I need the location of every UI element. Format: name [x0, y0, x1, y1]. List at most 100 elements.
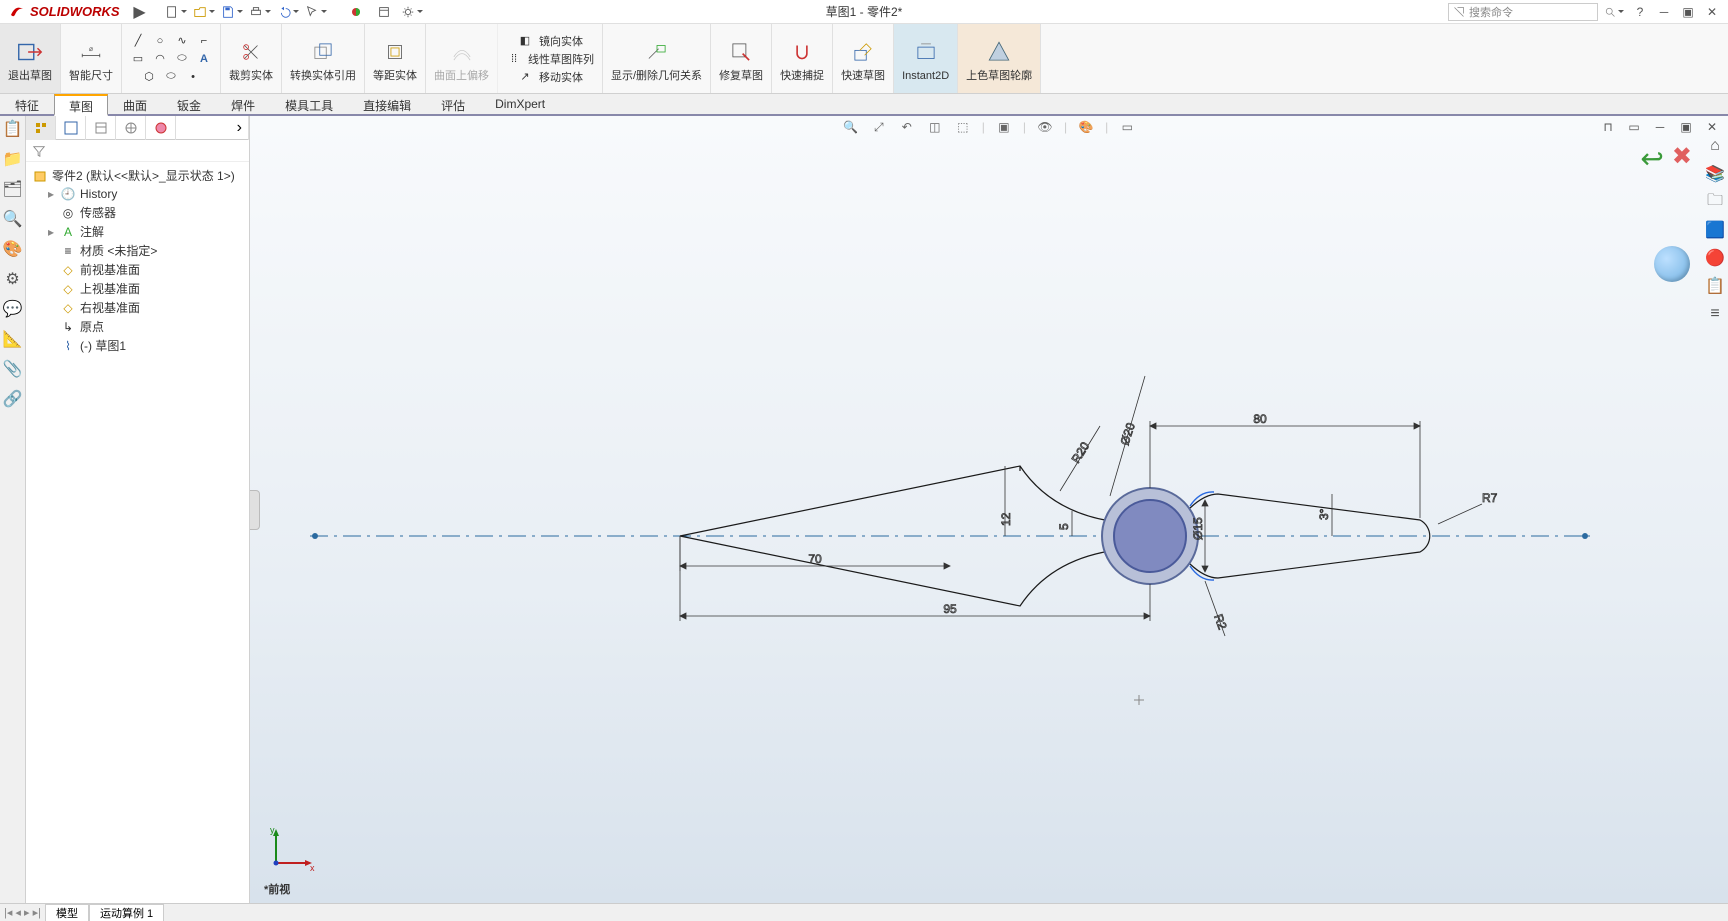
tree-filter[interactable]	[26, 140, 249, 162]
dim-12[interactable]: 12	[999, 512, 1013, 526]
dim-dia20[interactable]: Ø20	[1118, 421, 1138, 447]
dimxpert-panel-tab[interactable]	[116, 116, 146, 140]
undo-button[interactable]	[276, 2, 300, 22]
dim-5[interactable]: 5	[1057, 523, 1071, 530]
save-button[interactable]	[220, 2, 244, 22]
rect-tool[interactable]: ▭	[130, 51, 146, 67]
quick-snap-button[interactable]: 快速捕捉	[772, 24, 833, 93]
bottom-tab-motion[interactable]: 运动算例 1	[89, 904, 164, 921]
tab-sheetmetal[interactable]: 钣金	[162, 94, 216, 114]
command-manager-tabs: 特征 草图 曲面 钣金 焊件 模具工具 直接编辑 评估 DimXpert	[0, 94, 1728, 116]
polygon-tool[interactable]: ⬡	[141, 69, 157, 85]
rapid-sketch-button[interactable]: 快速草图	[833, 24, 894, 93]
close-button[interactable]: ✕	[1702, 3, 1722, 21]
curve-offset-button[interactable]: 曲面上偏移	[426, 24, 498, 93]
tab-features[interactable]: 特征	[0, 94, 54, 114]
convert-button[interactable]: 转换实体引用	[282, 24, 365, 93]
offset-button[interactable]: 等距实体	[365, 24, 426, 93]
search-dropdown[interactable]	[1602, 2, 1626, 22]
property-tab[interactable]	[56, 116, 86, 140]
open-file-button[interactable]	[192, 2, 216, 22]
dim-3deg[interactable]: 3°	[1317, 508, 1331, 520]
tab-surface[interactable]: 曲面	[108, 94, 162, 114]
settings-button[interactable]	[400, 2, 424, 22]
circle-tool[interactable]: ○	[152, 33, 168, 49]
smart-dimension-button[interactable]: ⌀智能尺寸	[61, 24, 122, 93]
sketch-canvas: 70 95 80 12 5 Ø20	[250, 116, 1728, 903]
tree-sketch1[interactable]: ⌇(-) 草图1	[28, 336, 247, 355]
dim-r20[interactable]: R20	[1069, 439, 1093, 465]
motion-tab-nav[interactable]: |◂ ◂ ▸ ▸|	[0, 906, 45, 919]
forum-icon[interactable]: 💬	[4, 300, 22, 318]
sketch-entities-group: ╱ ○ ∿ ⌐ ▭ ◠ ⬭ A ⬡ ⬭ •	[122, 24, 221, 93]
arc-tool[interactable]: ◠	[152, 51, 168, 67]
dim-r2[interactable]: R2	[1211, 612, 1230, 632]
mirror-button[interactable]: ◧镜向实体	[517, 32, 583, 50]
dimxpert-icon[interactable]: 📐	[4, 330, 22, 348]
tree-top-plane[interactable]: ◇上视基准面	[28, 279, 247, 298]
move-button[interactable]: ↗移动实体	[517, 68, 583, 86]
render-tab[interactable]	[146, 116, 176, 140]
rebuild-button[interactable]	[344, 2, 368, 22]
ellipse-tool[interactable]: ⬭	[174, 51, 190, 67]
reference-icon[interactable]: 🔗	[4, 390, 22, 408]
bottom-tab-model[interactable]: 模型	[45, 904, 89, 921]
dim-95[interactable]: 95	[943, 602, 957, 616]
display-relations-button[interactable]: 显示/删除几何关系	[603, 24, 711, 93]
dim-80[interactable]: 80	[1253, 412, 1267, 426]
view-name-label: *前视	[264, 881, 290, 897]
tree-root[interactable]: 零件2 (默认<<默认>_显示状态 1>)	[28, 166, 247, 185]
new-file-button[interactable]	[164, 2, 188, 22]
bottom-bar: |◂ ◂ ▸ ▸| 模型 运动算例 1	[0, 903, 1728, 921]
tree-history[interactable]: ▸🕘History	[28, 185, 247, 203]
properties-icon[interactable]: ⚙	[4, 270, 22, 288]
help-button[interactable]: ?	[1630, 3, 1650, 21]
task-pane-icon[interactable]: 📋	[4, 120, 22, 138]
tree-annotations[interactable]: ▸A注解	[28, 222, 247, 241]
fillet-tool[interactable]: ⌐	[196, 33, 212, 49]
trim-button[interactable]: 裁剪实体	[221, 24, 282, 93]
view-palette-icon[interactable]: 🔍	[4, 210, 22, 228]
restore-button[interactable]: ▣	[1678, 3, 1698, 21]
options-button[interactable]	[372, 2, 396, 22]
tree-front-plane[interactable]: ◇前视基准面	[28, 260, 247, 279]
instant2d-button[interactable]: Instant2D	[894, 24, 958, 93]
tab-weldments[interactable]: 焊件	[216, 94, 270, 114]
file-explorer-icon[interactable]: 🗂	[4, 180, 22, 198]
shaded-contour-button[interactable]: 上色草图轮廓	[958, 24, 1041, 93]
point-tool[interactable]: •	[185, 69, 201, 85]
linear-pattern-button[interactable]: ⁞⁞线性草图阵列	[506, 50, 594, 68]
tree-right-plane[interactable]: ◇右视基准面	[28, 298, 247, 317]
minimize-button[interactable]: ─	[1654, 3, 1674, 21]
config-tab[interactable]	[86, 116, 116, 140]
line-tool[interactable]: ╱	[130, 33, 146, 49]
tree-material[interactable]: ≡材质 <未指定>	[28, 241, 247, 260]
clipboard-icon[interactable]: 📎	[4, 360, 22, 378]
dim-dia15[interactable]: Ø15	[1191, 517, 1205, 540]
design-lib-icon[interactable]: 📁	[4, 150, 22, 168]
tree-sensors[interactable]: ◎传感器	[28, 203, 247, 222]
spline-tool[interactable]: ∿	[174, 33, 190, 49]
slot-tool[interactable]: ⬭	[163, 69, 179, 85]
exit-sketch-button[interactable]: 退出草图	[0, 24, 61, 93]
tree-origin[interactable]: ↳原点	[28, 317, 247, 336]
tab-evaluate[interactable]: 评估	[426, 94, 480, 114]
command-search[interactable]: 搜索命令	[1448, 3, 1598, 21]
tab-sketch[interactable]: 草图	[54, 94, 108, 116]
dim-70[interactable]: 70	[808, 552, 822, 566]
appearances-icon[interactable]: 🎨	[4, 240, 22, 258]
tab-directedit[interactable]: 直接编辑	[348, 94, 426, 114]
tab-dimxpert[interactable]: DimXpert	[480, 94, 560, 114]
dim-r7[interactable]: R7	[1482, 491, 1498, 505]
panel-expand[interactable]: ›	[176, 116, 249, 140]
feature-tree-tab[interactable]	[26, 116, 56, 140]
select-button[interactable]	[304, 2, 328, 22]
repair-sketch-button[interactable]: 修复草图	[711, 24, 772, 93]
tab-moldtools[interactable]: 模具工具	[270, 94, 348, 114]
main-body: 📋 📁 🗂 🔍 🎨 ⚙ 💬 📐 📎 🔗 › 零件2 (默认<<默认>_显示状态 …	[0, 116, 1728, 903]
print-button[interactable]	[248, 2, 272, 22]
graphics-viewport[interactable]: 🔍 ⤢ ↶ ◫ ⬚ | ▣ | 👁 | 🎨 | ▭ ⊓ ▭ ─ ▣ ✕ ↩︎ ✖	[250, 116, 1728, 903]
text-tool[interactable]: A	[196, 51, 212, 67]
menu-flyout-icon[interactable]: ▶	[128, 2, 152, 22]
svg-text:x: x	[310, 863, 315, 873]
